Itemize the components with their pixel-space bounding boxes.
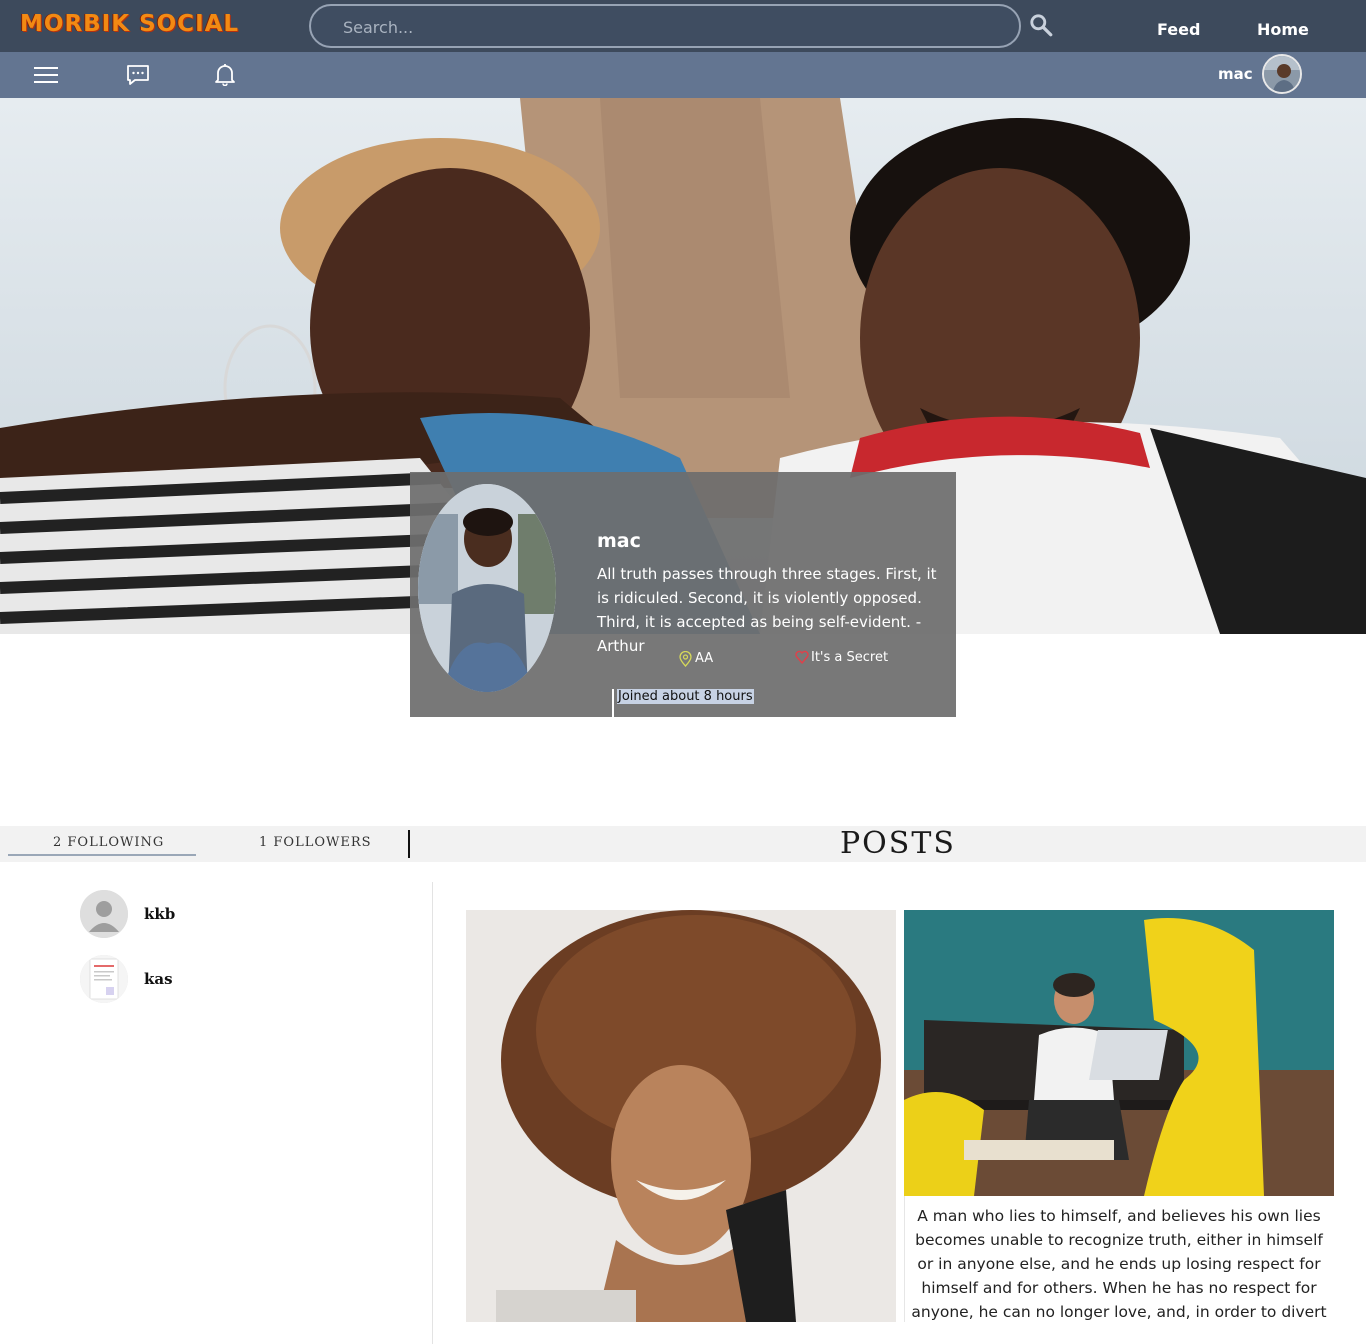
following-name[interactable]: kkb	[144, 905, 175, 923]
column-divider	[432, 882, 433, 1344]
heart-icon	[795, 650, 809, 664]
post-caption: A man who lies to himself, and believes …	[911, 1207, 1327, 1321]
joined-divider	[612, 689, 614, 717]
tab-followers[interactable]: 1 FOLLOWERS	[259, 835, 372, 850]
profile-location: AA	[695, 651, 714, 666]
profile-tabs-bar	[0, 826, 1366, 862]
app-logo[interactable]: MORBIK SOCIAL	[20, 11, 239, 37]
profile-avatar[interactable]	[418, 484, 556, 692]
current-user-avatar[interactable]	[1262, 54, 1302, 94]
post-card[interactable]	[904, 910, 1334, 1196]
following-name[interactable]: kas	[144, 970, 173, 988]
search-box[interactable]	[309, 4, 1021, 48]
post-border	[904, 1196, 905, 1322]
bell-icon[interactable]	[212, 62, 238, 86]
post-image	[904, 910, 1334, 1196]
active-tab-indicator	[8, 854, 196, 856]
post-image	[466, 910, 896, 1322]
search-icon[interactable]	[1028, 12, 1054, 38]
search-input[interactable]	[343, 15, 963, 39]
following-item[interactable]: kkb	[80, 890, 380, 938]
profile-bio: All truth passes through three stages. F…	[597, 565, 937, 655]
location-pin-icon	[679, 651, 692, 667]
following-item[interactable]: kas	[80, 955, 380, 1003]
tab-following[interactable]: 2 FOLLOWING	[53, 835, 164, 850]
post-card[interactable]	[466, 910, 896, 1322]
avatar	[80, 955, 128, 1003]
current-username[interactable]: mac	[1218, 65, 1253, 83]
nav-feed-link[interactable]: Feed	[1157, 20, 1200, 39]
profile-joined-date: Joined about 8 hours	[617, 689, 754, 704]
chat-icon[interactable]	[125, 63, 151, 87]
posts-heading: POSTS	[840, 826, 956, 861]
secondary-toolbar	[0, 52, 1366, 98]
menu-icon[interactable]	[33, 63, 59, 87]
nav-home-link[interactable]: Home	[1257, 20, 1309, 39]
profile-relationship: It's a Secret	[811, 650, 889, 665]
avatar	[80, 890, 128, 938]
tabs-divider	[408, 830, 410, 858]
profile-name: mac	[597, 530, 641, 552]
